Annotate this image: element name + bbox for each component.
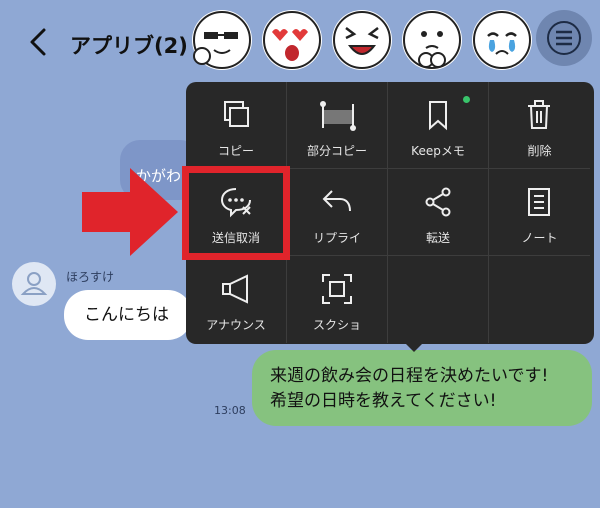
menu-item-note[interactable]: ノート [489,169,590,256]
menu-item-screenshot[interactable]: スクショ [287,256,388,343]
menu-item-label: スクショ [312,318,361,332]
sticker-laughing-icon[interactable] [332,10,392,70]
chat-title[interactable]: アプリブ(2) [70,30,188,60]
chevron-left-icon [30,28,46,56]
sticker-nervous-icon[interactable] [402,10,462,70]
menu-item-label: リプライ [312,231,361,245]
sticker-crying-icon[interactable] [472,10,532,70]
message-time: 13:08 [214,404,246,417]
partial-copy-icon [320,101,356,131]
menu-lines-icon [547,21,581,55]
menu-item-announce[interactable]: アナウンス [186,256,287,343]
sticker-sunglasses-thumbs-icon[interactable] [192,10,252,70]
menu-pointer [400,338,428,352]
chat-header: アプリブ(2) [0,0,600,84]
menu-item-label: 部分コピー [306,144,367,158]
sticker-heart-eyes-icon[interactable] [262,10,322,70]
menu-item-label: ノート [521,231,558,245]
online-dot [463,96,470,103]
menu-item-label: コピー [217,144,254,158]
reply-icon [322,190,351,212]
copy-icon [224,101,249,127]
menu-item-copy[interactable]: コピー [186,82,287,169]
incoming-message[interactable]: こんにちは [64,290,192,340]
avatar[interactable] [12,262,56,306]
user-icon [20,272,48,295]
sender-name: ほろすけ [66,270,115,284]
note-icon [528,188,550,216]
menu-item-label: 送信取消 [211,231,260,245]
back-button[interactable] [22,22,56,62]
menu-item-forward[interactable]: 転送 [388,169,489,256]
menu-item-label: 転送 [425,231,450,245]
unsend-icon [220,188,251,218]
menu-item-reply[interactable]: リプライ [287,169,388,256]
megaphone-icon [222,274,248,304]
menu-item-label: アナウンス [206,318,266,332]
menu-item-unsend[interactable]: 送信取消 [186,169,287,256]
menu-item-delete[interactable]: 削除 [489,82,590,169]
menu-button[interactable] [536,10,592,66]
menu-item-keep-memo[interactable]: Keepメモ [388,82,489,169]
outgoing-message[interactable]: 来週の飲み会の日程を決めたいです! 希望の日時を教えてください! [252,350,592,426]
bookmark-icon [429,101,447,131]
red-arrow-icon [82,168,178,256]
message-action-menu: コピー 部分コピー Keepメモ 削除 送信取消 リプライ 転送 ノート アナウ… [186,82,594,344]
menu-empty-cell [388,256,489,343]
menu-item-label: 削除 [527,144,552,158]
menu-empty-cell [489,256,590,343]
menu-item-partial-copy[interactable]: 部分コピー [287,82,388,169]
outgoing-message-line: 来週の飲み会の日程を決めたいです! [270,366,549,386]
menu-item-label: Keepメモ [411,144,465,158]
screenshot-icon [322,274,352,304]
trash-icon [528,100,550,129]
share-icon [425,187,451,217]
outgoing-message-line: 希望の日時を教えてください! [270,391,497,411]
